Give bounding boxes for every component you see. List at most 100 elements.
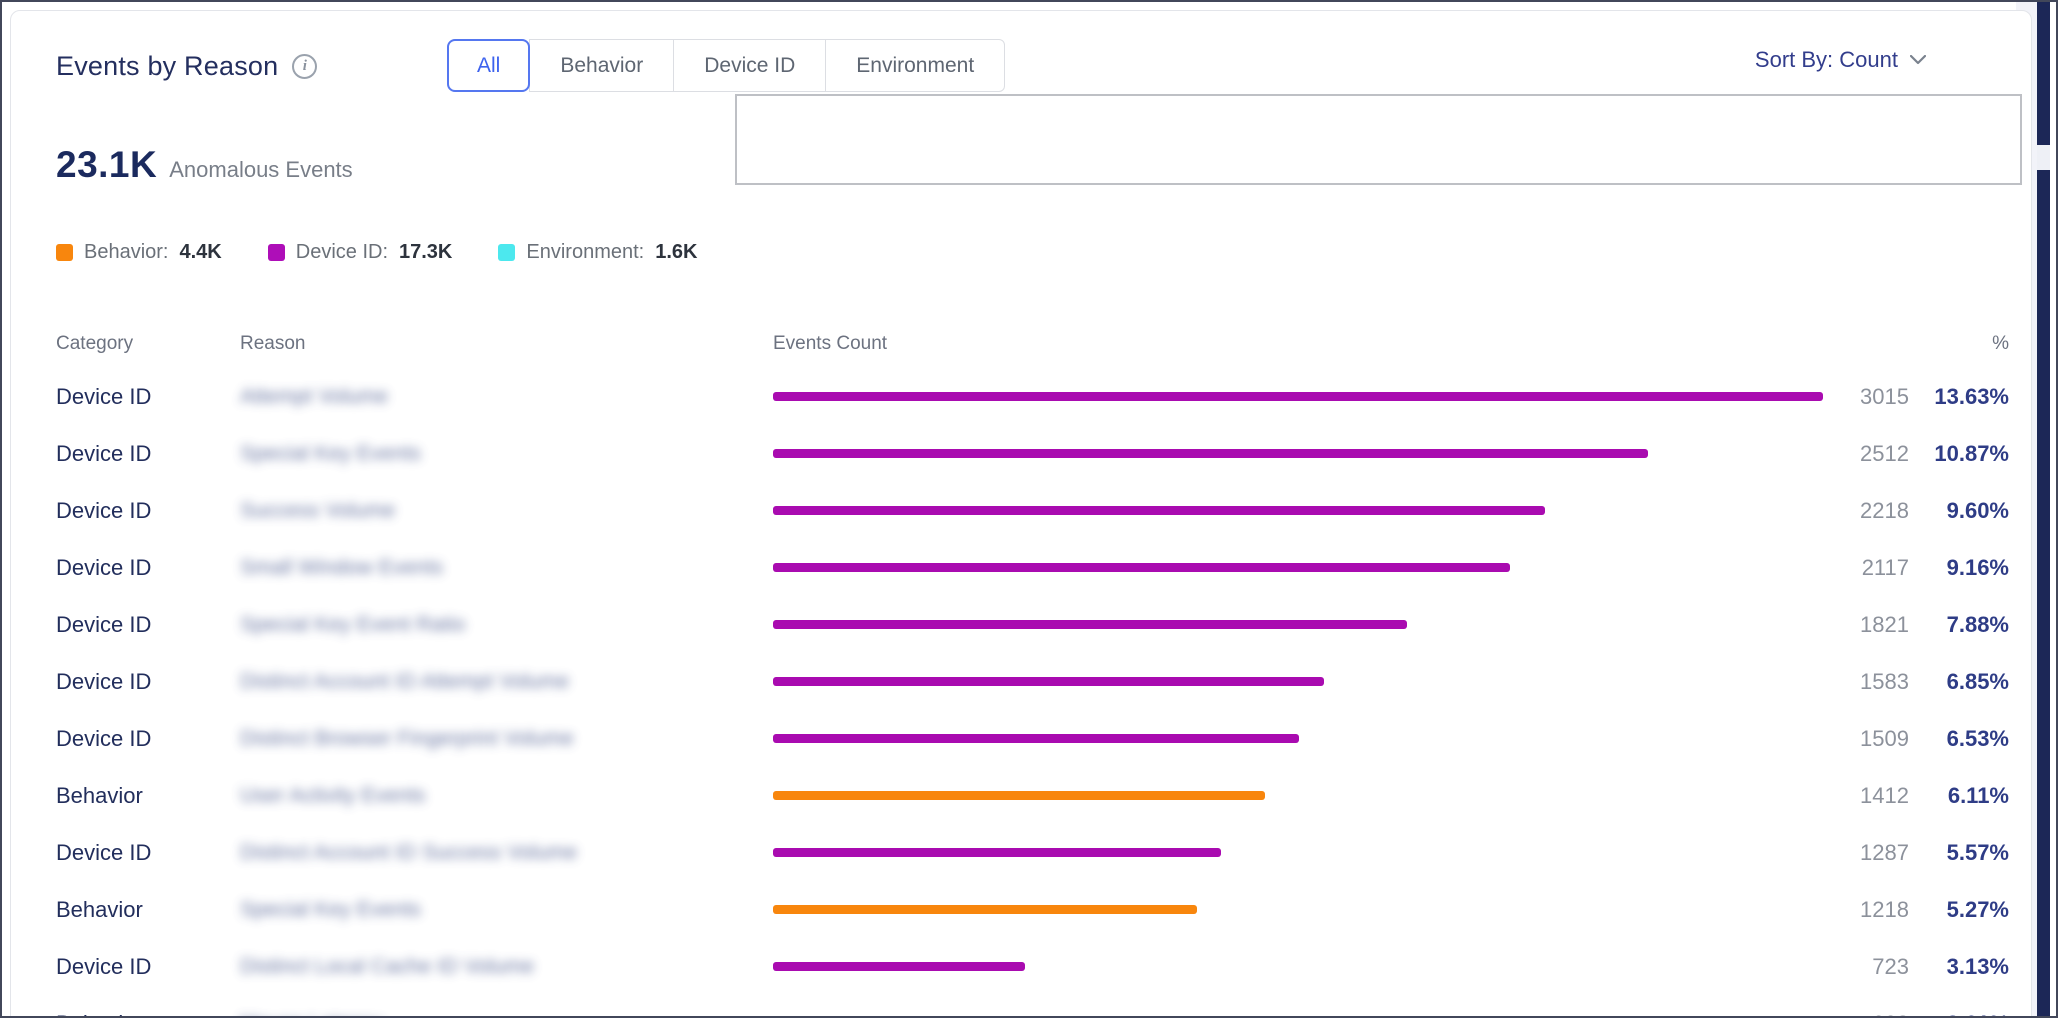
row-pct: 6.53% bbox=[1909, 726, 2009, 752]
table-row[interactable]: Device ID Distinct Browser Fingerprint V… bbox=[56, 710, 2009, 767]
tab-behavior[interactable]: Behavior bbox=[529, 39, 674, 92]
table-row[interactable]: Device ID Success Volume 2218 9.60% bbox=[56, 482, 2009, 539]
row-pct: 10.87% bbox=[1909, 441, 2009, 467]
row-category: Behavior bbox=[56, 897, 240, 923]
row-count: 1583 bbox=[1829, 669, 1909, 695]
events-table: Category Reason Events Count % Device ID… bbox=[56, 329, 2009, 1018]
sort-by-label: Sort By: Count bbox=[1755, 47, 1898, 73]
page-title: Events by Reason bbox=[56, 51, 278, 82]
legend-item-behavior[interactable]: Behavior: 4.4K bbox=[56, 241, 222, 264]
tab-environment[interactable]: Environment bbox=[825, 39, 1005, 92]
kpi-value: 23.1K bbox=[56, 144, 157, 186]
tab-environment-label: Environment bbox=[856, 54, 974, 78]
row-count: 1821 bbox=[1829, 612, 1909, 638]
table-row[interactable]: Behavior Mouse Latency 603 2.61% bbox=[56, 995, 2009, 1018]
row-pct: 6.85% bbox=[1909, 669, 2009, 695]
row-pct: 2.61% bbox=[1909, 1011, 2009, 1018]
info-icon[interactable]: i bbox=[292, 54, 317, 79]
empty-popup bbox=[735, 94, 2022, 185]
row-reason-redacted: Attempt Volume bbox=[240, 385, 773, 409]
legend-environment-value: 1.6K bbox=[655, 241, 697, 264]
event-count-bar bbox=[773, 620, 1407, 629]
table-row[interactable]: Behavior User Activity Events 1412 6.11% bbox=[56, 767, 2009, 824]
table-row[interactable]: Device ID Distinct Local Cache ID Volume… bbox=[56, 938, 2009, 995]
row-pct: 3.13% bbox=[1909, 954, 2009, 980]
table-row[interactable]: Device ID Attempt Volume 3015 13.63% bbox=[56, 368, 2009, 425]
behavior-swatch-icon bbox=[56, 244, 73, 261]
row-reason-redacted: Distinct Browser Fingerprint Volume bbox=[240, 727, 773, 751]
row-pct: 6.11% bbox=[1909, 783, 2009, 809]
legend: Behavior: 4.4K Device ID: 17.3K Environm… bbox=[56, 241, 697, 264]
row-count: 2218 bbox=[1829, 498, 1909, 524]
row-category: Device ID bbox=[56, 555, 240, 581]
row-count: 2117 bbox=[1829, 555, 1909, 581]
row-bar-cell bbox=[773, 962, 1829, 971]
event-count-bar bbox=[773, 905, 1197, 914]
kpi-label: Anomalous Events bbox=[169, 157, 352, 183]
row-count: 1287 bbox=[1829, 840, 1909, 866]
table-row[interactable]: Device ID Special Key Event Ratio 1821 7… bbox=[56, 596, 2009, 653]
row-bar-cell bbox=[773, 449, 1829, 458]
row-category: Device ID bbox=[56, 954, 240, 980]
event-count-bar bbox=[773, 734, 1299, 743]
scrollbar-thumb[interactable] bbox=[2037, 145, 2050, 170]
row-reason-redacted: Mouse Latency bbox=[240, 1012, 773, 1018]
event-count-bar bbox=[773, 677, 1324, 686]
tab-all-label: All bbox=[477, 54, 500, 78]
card-header: Events by Reason i bbox=[56, 51, 317, 82]
table-row[interactable]: Device ID Distinct Account ID Attempt Vo… bbox=[56, 653, 2009, 710]
row-reason-redacted: Distinct Account ID Attempt Volume bbox=[240, 670, 773, 694]
row-reason-redacted: User Activity Events bbox=[240, 784, 773, 808]
chevron-down-icon bbox=[1910, 55, 1926, 65]
legend-item-environment[interactable]: Environment: 1.6K bbox=[498, 241, 697, 264]
legend-behavior-label: Behavior: bbox=[84, 241, 169, 264]
table-row[interactable]: Device ID Small Window Events 2117 9.16% bbox=[56, 539, 2009, 596]
table-row[interactable]: Behavior Special Key Events 1218 5.27% bbox=[56, 881, 2009, 938]
row-count: 1412 bbox=[1829, 783, 1909, 809]
row-bar-cell bbox=[773, 905, 1829, 914]
row-reason-redacted: Distinct Local Cache ID Volume bbox=[240, 955, 773, 979]
device-id-swatch-icon bbox=[268, 244, 285, 261]
row-bar-cell bbox=[773, 392, 1829, 401]
tab-device-id[interactable]: Device ID bbox=[673, 39, 826, 92]
row-count: 2512 bbox=[1829, 441, 1909, 467]
row-bar-cell bbox=[773, 734, 1829, 743]
legend-behavior-value: 4.4K bbox=[180, 241, 222, 264]
row-category: Device ID bbox=[56, 384, 240, 410]
row-bar-cell bbox=[773, 506, 1829, 515]
table-row[interactable]: Device ID Distinct Account ID Success Vo… bbox=[56, 824, 2009, 881]
tab-bar: All Behavior Device ID Environment bbox=[448, 39, 1005, 92]
row-bar-cell bbox=[773, 563, 1829, 572]
events-by-reason-panel: Events by Reason i All Behavior Device I… bbox=[0, 0, 2058, 1018]
row-bar-cell bbox=[773, 620, 1829, 629]
row-count: 723 bbox=[1829, 954, 1909, 980]
row-pct: 5.57% bbox=[1909, 840, 2009, 866]
table-body: Device ID Attempt Volume 3015 13.63% Dev… bbox=[56, 368, 2009, 1018]
row-category: Behavior bbox=[56, 783, 240, 809]
event-count-bar bbox=[773, 392, 1823, 401]
row-category: Device ID bbox=[56, 441, 240, 467]
row-reason-redacted: Distinct Account ID Success Volume bbox=[240, 841, 773, 865]
row-category: Device ID bbox=[56, 840, 240, 866]
row-category: Behavior bbox=[56, 1011, 240, 1018]
legend-environment-label: Environment: bbox=[526, 241, 644, 264]
row-reason-redacted: Special Key Events bbox=[240, 442, 773, 466]
legend-device-id-value: 17.3K bbox=[399, 241, 452, 264]
sort-by-dropdown[interactable]: Sort By: Count bbox=[1755, 47, 1926, 73]
row-bar-cell bbox=[773, 677, 1829, 686]
row-category: Device ID bbox=[56, 726, 240, 752]
row-count: 603 bbox=[1829, 1011, 1909, 1018]
legend-device-id-label: Device ID: bbox=[296, 241, 388, 264]
right-edge-bar bbox=[2037, 2, 2050, 1016]
col-header-category: Category bbox=[56, 333, 240, 355]
row-category: Device ID bbox=[56, 612, 240, 638]
row-category: Device ID bbox=[56, 498, 240, 524]
row-pct: 9.16% bbox=[1909, 555, 2009, 581]
tab-all[interactable]: All bbox=[447, 39, 530, 92]
legend-item-device-id[interactable]: Device ID: 17.3K bbox=[268, 241, 453, 264]
tab-device-id-label: Device ID bbox=[704, 54, 795, 78]
row-count: 3015 bbox=[1829, 384, 1909, 410]
table-row[interactable]: Device ID Special Key Events 2512 10.87% bbox=[56, 425, 2009, 482]
event-count-bar bbox=[773, 791, 1265, 800]
row-count: 1509 bbox=[1829, 726, 1909, 752]
